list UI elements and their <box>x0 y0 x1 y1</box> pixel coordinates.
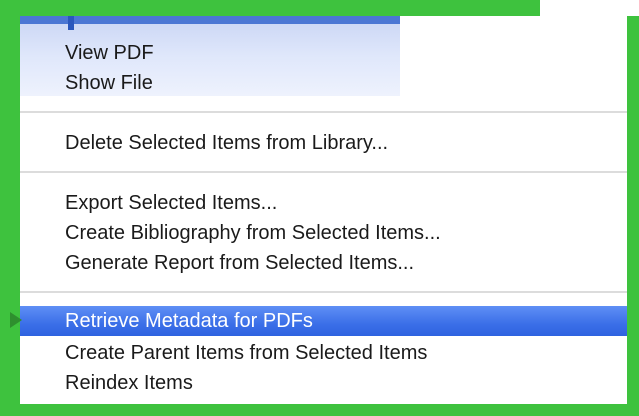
background-window-area <box>540 0 639 16</box>
annotation-frame-left <box>0 0 20 416</box>
items-list-selection <box>20 16 400 24</box>
annotation-frame-bottom <box>0 404 639 416</box>
menu-item-delete-selected[interactable]: Delete Selected Items from Library... <box>20 128 639 158</box>
menu-item-generate-report[interactable]: Generate Report from Selected Items... <box>20 248 639 278</box>
menu-item-reindex-items[interactable]: Reindex Items <box>20 368 639 398</box>
menu-item-show-file[interactable]: Show File <box>20 68 639 98</box>
menu-item-export-selected[interactable]: Export Selected Items... <box>20 188 639 218</box>
menu-item-retrieve-metadata[interactable]: Retrieve Metadata for PDFs <box>20 306 639 336</box>
menu-separator <box>20 291 639 293</box>
context-menu: View PDF Show File Delete Selected Items… <box>20 16 639 404</box>
menu-separator <box>20 171 639 173</box>
menu-separator <box>20 111 639 113</box>
annotation-frame-right <box>627 16 639 416</box>
menu-item-create-bibliography[interactable]: Create Bibliography from Selected Items.… <box>20 218 639 248</box>
items-list-marker <box>68 16 74 30</box>
arrow-right-icon <box>10 312 22 328</box>
menu-item-create-parent-items[interactable]: Create Parent Items from Selected Items <box>20 338 639 368</box>
menu-item-view-pdf[interactable]: View PDF <box>20 38 639 68</box>
